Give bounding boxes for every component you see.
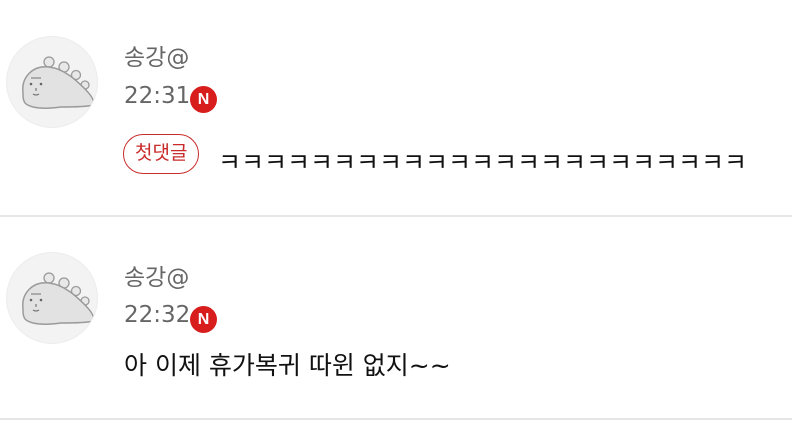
first-comment-badge: 첫댓글 bbox=[123, 134, 200, 174]
comment-item: 송강@ 22:32 N 아 이제 휴가복귀 따윈 없지~~ bbox=[0, 216, 792, 422]
new-badge-icon: N bbox=[190, 306, 217, 333]
comment-text: ㅋㅋㅋㅋㅋㅋㅋㅋㅋㅋㅋㅋㅋㅋㅋㅋㅋㅋㅋㅋㅋㅋㅋ bbox=[218, 148, 748, 177]
comment-item: 송강@ 22:31 N 첫댓글 ㅋㅋㅋㅋㅋㅋㅋㅋㅋㅋㅋㅋㅋㅋㅋㅋㅋㅋㅋㅋㅋㅋㅋ bbox=[0, 0, 792, 216]
author-name[interactable]: 송강@ bbox=[124, 47, 189, 70]
avatar-dinosaur-icon[interactable] bbox=[6, 36, 98, 128]
comment-text: 아 이제 휴가복귀 따윈 없지~~ bbox=[124, 351, 451, 380]
author-name[interactable]: 송강@ bbox=[124, 267, 189, 290]
avatar-dinosaur-icon[interactable] bbox=[6, 252, 98, 344]
timestamp: 22:32 bbox=[124, 302, 191, 328]
new-badge-icon: N bbox=[190, 86, 217, 113]
divider bbox=[0, 418, 792, 420]
timestamp: 22:31 bbox=[124, 83, 191, 109]
